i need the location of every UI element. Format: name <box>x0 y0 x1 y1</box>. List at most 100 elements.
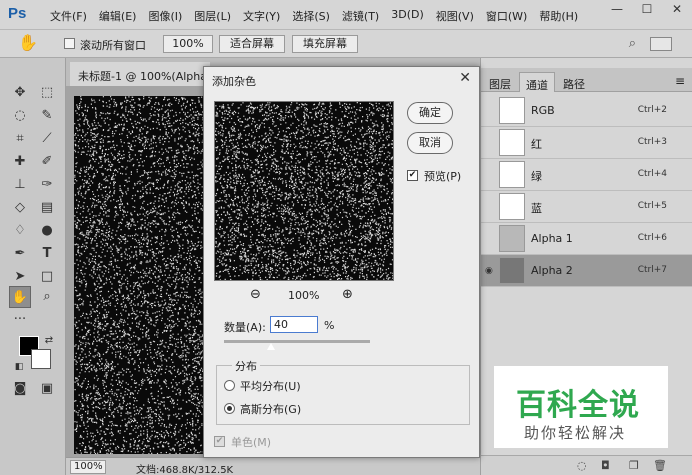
channel-thumbnail <box>499 97 525 124</box>
hand-tool-icon[interactable]: ✋ <box>9 286 31 308</box>
tab-layers[interactable]: 图层 <box>483 72 517 92</box>
background-color-swatch[interactable] <box>31 349 51 369</box>
watermark-subtitle: 助你轻松解决 <box>524 424 627 442</box>
scroll-all-label: 滚动所有窗口 <box>80 39 146 52</box>
zoom-in-icon[interactable]: ⊕ <box>342 287 353 302</box>
fit-screen-button[interactable]: 适合屏幕 <box>219 35 285 53</box>
close-window-button[interactable]: ✕ <box>662 0 692 20</box>
save-selection-icon[interactable]: ◘ <box>601 459 610 472</box>
uniform-radio[interactable] <box>224 380 235 391</box>
amount-slider-track[interactable] <box>224 340 370 343</box>
blur-tool-icon[interactable]: ♢ <box>9 220 31 242</box>
hand-tool-icon[interactable]: ✋ <box>18 33 38 52</box>
menu-3d[interactable]: 3D(D) <box>385 8 430 24</box>
menu-file[interactable]: 文件(F) <box>44 8 93 24</box>
channel-name: Alpha 2 <box>531 264 573 277</box>
panel-tabs: 图层 通道 路径 ≡ <box>481 68 692 92</box>
noise-preview[interactable] <box>214 101 395 282</box>
crop-tool-icon[interactable]: ⌗ <box>9 128 31 150</box>
fill-screen-button[interactable]: 填充屏幕 <box>292 35 358 53</box>
menu-view[interactable]: 视图(V) <box>430 8 480 24</box>
maximize-button[interactable]: ☐ <box>632 0 662 20</box>
menu-layer[interactable]: 图层(L) <box>188 8 237 24</box>
rectangle-tool-icon[interactable]: □ <box>36 266 58 288</box>
uniform-label: 平均分布(U) <box>240 380 301 393</box>
menu-edit[interactable]: 编辑(E) <box>93 8 143 24</box>
channel-row-alpha2[interactable]: ◉ Alpha 2 Ctrl+7 <box>481 255 692 287</box>
search-icon[interactable]: ⌕ <box>629 36 636 51</box>
type-tool-icon[interactable]: T <box>36 243 58 265</box>
tools-panel: ✥ ⬚ ◌ ✎ ⌗ ⟋ ✚ ✐ ⊥ ✑ ◇ ▤ ♢ ● ✒ T ➤ □ ✋ ⌕ … <box>0 58 66 475</box>
menu-window[interactable]: 窗口(W) <box>480 8 533 24</box>
quick-mask-icon[interactable]: ◙ <box>9 378 31 400</box>
more-tools-icon[interactable]: ··· <box>9 309 31 331</box>
channel-shortcut: Ctrl+7 <box>637 265 667 275</box>
swap-colors-icon[interactable]: ⇄ <box>38 330 60 352</box>
gradient-tool-icon[interactable]: ▤ <box>36 197 58 219</box>
delete-channel-icon[interactable]: 🗑 <box>653 459 667 472</box>
visibility-eye-icon[interactable]: ◉ <box>485 266 493 276</box>
scroll-all-checkbox[interactable] <box>64 38 75 49</box>
channel-row-green[interactable]: 绿 Ctrl+4 <box>481 159 692 191</box>
load-selection-icon[interactable]: ◌ <box>577 459 587 472</box>
amount-label: 数量(A): <box>224 321 266 334</box>
gaussian-radio[interactable] <box>224 403 235 414</box>
watermark-logo: 百科全说 助你轻松解决 <box>494 366 668 448</box>
dialog-title: 添加杂色 <box>212 75 256 88</box>
menu-bar: Ps 文件(F) 编辑(E) 图像(I) 图层(L) 文字(Y) 选择(S) 滤… <box>0 0 692 30</box>
path-select-icon[interactable]: ➤ <box>9 266 31 288</box>
menu-filter[interactable]: 滤镜(T) <box>336 8 385 24</box>
healing-brush-icon[interactable]: ✚ <box>9 151 31 173</box>
eyedropper-tool-icon[interactable]: ⟋ <box>36 128 58 150</box>
monochromatic-checkbox[interactable]: ✔ <box>214 436 225 447</box>
tab-channels[interactable]: 通道 <box>519 72 555 92</box>
zoom-out-icon[interactable]: ⊖ <box>250 287 261 302</box>
menu-type[interactable]: 文字(Y) <box>237 8 286 24</box>
new-channel-icon[interactable]: ❐ <box>629 459 639 472</box>
channel-thumbnail <box>499 193 525 220</box>
channel-thumbnail <box>499 257 525 284</box>
quick-select-tool-icon[interactable]: ✎ <box>36 105 58 127</box>
dodge-tool-icon[interactable]: ● <box>36 220 58 242</box>
cancel-button[interactable]: 取消 <box>407 132 453 154</box>
tab-paths[interactable]: 路径 <box>557 72 591 92</box>
pen-tool-icon[interactable]: ✒ <box>9 243 31 265</box>
history-brush-icon[interactable]: ✑ <box>36 174 58 196</box>
screen-mode-icon[interactable]: ▣ <box>36 378 58 400</box>
zoom-100-button[interactable]: 100% <box>163 35 213 53</box>
channel-row-alpha1[interactable]: Alpha 1 Ctrl+6 <box>481 223 692 255</box>
menu-select[interactable]: 选择(S) <box>286 8 336 24</box>
amount-input[interactable]: 40 <box>270 316 318 333</box>
minimize-button[interactable]: — <box>602 0 632 20</box>
ok-button[interactable]: 确定 <box>407 102 453 124</box>
channel-row-red[interactable]: 红 Ctrl+3 <box>481 127 692 159</box>
preview-checkbox[interactable]: ✔ <box>407 170 418 181</box>
menu-image[interactable]: 图像(I) <box>142 8 188 24</box>
distribution-label: 分布 <box>232 358 260 374</box>
channel-thumbnail <box>499 129 525 156</box>
channel-name: 红 <box>531 138 542 151</box>
lasso-tool-icon[interactable]: ◌ <box>9 105 31 127</box>
channel-shortcut: Ctrl+6 <box>637 233 667 243</box>
amount-slider-thumb[interactable] <box>266 343 275 350</box>
channel-shortcut: Ctrl+5 <box>637 201 667 211</box>
default-colors-icon[interactable]: ◧ <box>8 356 30 378</box>
channel-shortcut: Ctrl+2 <box>637 105 667 115</box>
eraser-tool-icon[interactable]: ◇ <box>9 197 31 219</box>
status-doc-size: 文档:468.8K/312.5K <box>136 465 234 475</box>
close-icon[interactable]: ✕ <box>459 70 471 86</box>
move-tool-icon[interactable]: ✥ <box>9 82 31 104</box>
noise-preview-canvas <box>215 102 395 282</box>
channel-row-blue[interactable]: 蓝 Ctrl+5 <box>481 191 692 223</box>
status-zoom-field[interactable]: 100% <box>70 460 106 474</box>
channel-row-rgb[interactable]: RGB Ctrl+2 <box>481 95 692 127</box>
document-tab[interactable]: 未标题-1 @ 100%(Alpha 2 <box>70 62 210 86</box>
marquee-tool-icon[interactable]: ⬚ <box>36 82 58 104</box>
zoom-tool-icon[interactable]: ⌕ <box>36 286 58 308</box>
menu-help[interactable]: 帮助(H) <box>533 8 584 24</box>
stamp-tool-icon[interactable]: ⊥ <box>9 174 31 196</box>
channel-name: 绿 <box>531 170 542 183</box>
panel-menu-icon[interactable]: ≡ <box>675 74 685 88</box>
workspace-icon[interactable] <box>650 37 672 51</box>
brush-tool-icon[interactable]: ✐ <box>36 151 58 173</box>
